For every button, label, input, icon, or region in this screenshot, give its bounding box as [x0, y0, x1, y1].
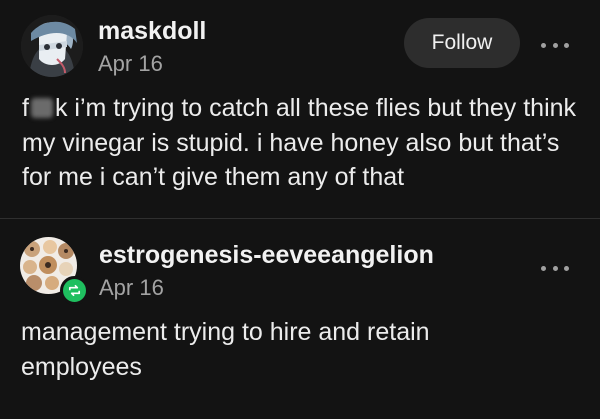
censor-blur	[30, 98, 53, 118]
reblog-arrows	[68, 284, 81, 297]
reblog-icon	[60, 276, 89, 305]
dot	[552, 265, 558, 271]
post-text-prefix: f	[22, 94, 29, 122]
dot	[541, 265, 546, 271]
post-date[interactable]: Apr 16	[99, 275, 164, 301]
username[interactable]: estrogenesis-eeveeangelion	[99, 241, 434, 270]
dot	[564, 265, 569, 271]
dot	[564, 42, 569, 48]
post-maskdoll: maskdoll Apr 16 Follow fk i’m trying to …	[0, 0, 600, 218]
post-date[interactable]: Apr 16	[98, 51, 163, 77]
post-text: k i’m trying to catch all these flies bu…	[22, 94, 577, 191]
dot	[541, 42, 546, 48]
dot	[552, 42, 558, 48]
follow-button[interactable]: Follow	[404, 18, 520, 68]
username[interactable]: maskdoll	[98, 17, 206, 46]
more-options-icon[interactable]	[541, 263, 569, 273]
post-body: management trying to hire and retain emp…	[21, 318, 430, 381]
avatar-maskdoll[interactable]	[21, 15, 83, 77]
more-options-icon[interactable]	[541, 40, 569, 50]
post-body: fk i’m trying to catch all these flies b…	[22, 91, 582, 195]
avatar-image	[21, 15, 83, 77]
